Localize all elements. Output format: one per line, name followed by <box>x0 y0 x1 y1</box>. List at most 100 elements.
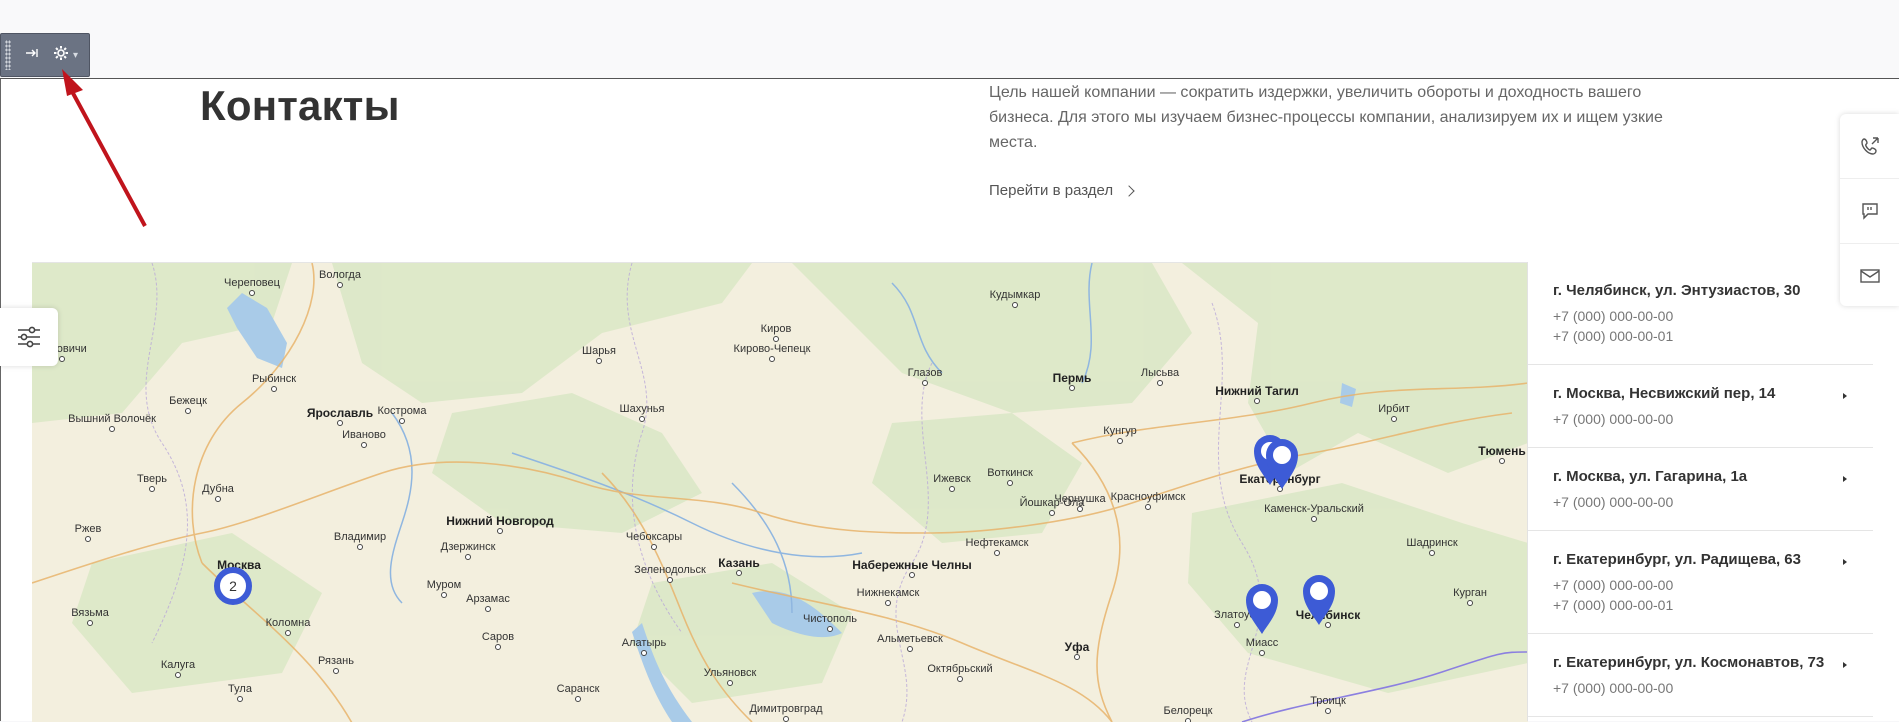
city-label: Владимир <box>333 531 387 543</box>
city-label: Белорецк <box>1163 705 1213 717</box>
caret-right-icon[interactable] <box>1843 476 1847 482</box>
map-pin-icon[interactable] <box>1262 435 1302 491</box>
city-label: Кострома <box>377 405 427 417</box>
city-dot <box>237 696 243 702</box>
city-label: Нефтекамск <box>965 537 1029 549</box>
cluster-count[interactable]: 2 <box>229 578 237 594</box>
contact-widget <box>1840 114 1899 306</box>
city-label: Курган <box>1453 587 1487 599</box>
city-label: Воткинск <box>987 467 1033 479</box>
city-dot <box>175 672 181 678</box>
chat-button[interactable] <box>1840 179 1899 244</box>
city-label: Рязань <box>318 655 354 667</box>
city-dot <box>109 426 115 432</box>
map-cluster-marker[interactable]: 2 <box>214 567 252 605</box>
city-label: Чистополь <box>803 613 857 625</box>
city-dot <box>885 600 891 606</box>
city-label: Лысьва <box>1140 367 1180 379</box>
grip-icon[interactable] <box>5 40 11 70</box>
contact-address[interactable]: г. Екатеринбург, ул. Космонавтов, 73 <box>1553 654 1848 671</box>
admin-toolbar: ▾ <box>0 33 90 77</box>
contact-phone[interactable]: +7 (000) 000-00-00 <box>1553 494 1848 510</box>
city-dot <box>149 486 155 492</box>
city-label: Вышний Волочёк <box>68 413 156 425</box>
chat-bubble-icon[interactable] <box>1860 201 1880 221</box>
city-dot <box>495 644 501 650</box>
city-dot <box>1077 506 1083 512</box>
city-dot <box>59 356 65 362</box>
city-label: Ижевск <box>933 473 971 485</box>
city-dot <box>1117 438 1123 444</box>
caret-right-icon[interactable] <box>1843 559 1847 565</box>
contact-item[interactable]: г. Москва, Несвижский пер, 14 +7 (000) 0… <box>1528 365 1873 448</box>
contact-item[interactable]: г. Екатеринбург, ул. Космонавтов, 73 +7 … <box>1528 634 1873 717</box>
contact-address[interactable]: г. Екатеринбург, ул. Радищева, 63 <box>1553 551 1848 568</box>
city-dot <box>87 620 93 626</box>
admin-top-bar: ▾ <box>0 0 1899 79</box>
city-label: Чебоксары <box>625 531 683 543</box>
city-dot <box>1325 708 1331 714</box>
city-dot <box>485 606 491 612</box>
city-label: Кунгур <box>1103 425 1137 437</box>
contact-address[interactable]: г. Москва, Несвижский пер, 14 <box>1553 385 1848 402</box>
city-label: Коломна <box>265 617 311 629</box>
city-label: Набережные Челны <box>852 558 972 572</box>
city-dot <box>1254 398 1260 404</box>
chevron-right-icon <box>1123 184 1135 197</box>
city-label: Миасс <box>1245 637 1279 649</box>
contact-phone[interactable]: +7 (000) 000-00-00 <box>1553 411 1848 427</box>
city-dot <box>1074 654 1080 660</box>
city-dot <box>1012 302 1018 308</box>
contact-address[interactable]: г. Москва, ул. Гагарина, 1а <box>1553 468 1848 485</box>
contact-item[interactable]: г. Челябинск, ул. Энтузиастов, 30 +7 (00… <box>1528 262 1873 365</box>
contact-address[interactable]: г. Челябинск, ул. Энтузиастов, 30 <box>1553 282 1848 299</box>
contact-phone[interactable]: +7 (000) 000-00-01 <box>1553 328 1848 344</box>
page-title: Контакты <box>200 82 400 129</box>
city-dot <box>957 676 963 682</box>
mail-button[interactable] <box>1840 244 1899 308</box>
callback-button[interactable] <box>1840 114 1899 179</box>
section-link-label[interactable]: Перейти в раздел <box>989 182 1113 199</box>
city-dot <box>907 646 913 652</box>
city-dot <box>465 554 471 560</box>
contact-phone[interactable]: +7 (000) 000-00-00 <box>1553 680 1848 696</box>
city-dot <box>333 668 339 674</box>
map-pin-icon[interactable] <box>1242 580 1282 636</box>
caret-right-icon[interactable] <box>1843 393 1847 399</box>
city-label: Глазов <box>907 367 943 379</box>
contact-item[interactable]: г. Москва, ул. Гагарина, 1а +7 (000) 000… <box>1528 448 1873 531</box>
city-dot <box>639 416 645 422</box>
city-label: Калуга <box>160 659 196 671</box>
city-dot <box>1145 504 1151 510</box>
city-label: Саров <box>481 631 515 643</box>
city-label: Зеленодольск <box>634 564 706 576</box>
city-dot <box>1007 480 1013 486</box>
gear-icon[interactable] <box>53 45 69 65</box>
city-dot <box>769 356 775 362</box>
contact-phone[interactable]: +7 (000) 000-00-00 <box>1553 308 1848 324</box>
city-dot <box>1259 650 1265 656</box>
filter-sliders-icon[interactable] <box>16 324 42 350</box>
map[interactable]: Череповец Вологда Кудымкар Киров Кирово-Чепе… <box>32 262 1528 722</box>
city-dot <box>727 680 733 686</box>
city-dot <box>575 696 581 702</box>
city-label: Пермь <box>1052 371 1092 385</box>
city-dot <box>922 380 928 386</box>
city-label: Кудымкар <box>989 289 1041 301</box>
city-label: Шахунья <box>619 403 665 415</box>
city-dot <box>1069 385 1075 391</box>
chevron-down-icon[interactable]: ▾ <box>73 50 78 61</box>
contact-phone[interactable]: +7 (000) 000-00-01 <box>1553 597 1848 613</box>
city-label: Ярославль <box>306 406 374 420</box>
caret-right-icon[interactable] <box>1843 662 1847 668</box>
filter-button[interactable] <box>0 308 58 366</box>
contact-item[interactable]: г. Екатеринбург, ул. Радищева, 63 +7 (00… <box>1528 531 1873 634</box>
city-label: Нижний Тагил <box>1215 384 1299 398</box>
contact-phone[interactable]: +7 (000) 000-00-00 <box>1553 577 1848 593</box>
pin-icon[interactable] <box>25 46 39 64</box>
section-link[interactable]: Перейти в раздел <box>989 182 1135 199</box>
callback-phone-icon[interactable] <box>1860 136 1880 156</box>
map-pin-icon[interactable] <box>1299 571 1339 627</box>
city-label: Рыбинск <box>251 373 297 385</box>
mail-icon[interactable] <box>1859 268 1880 284</box>
